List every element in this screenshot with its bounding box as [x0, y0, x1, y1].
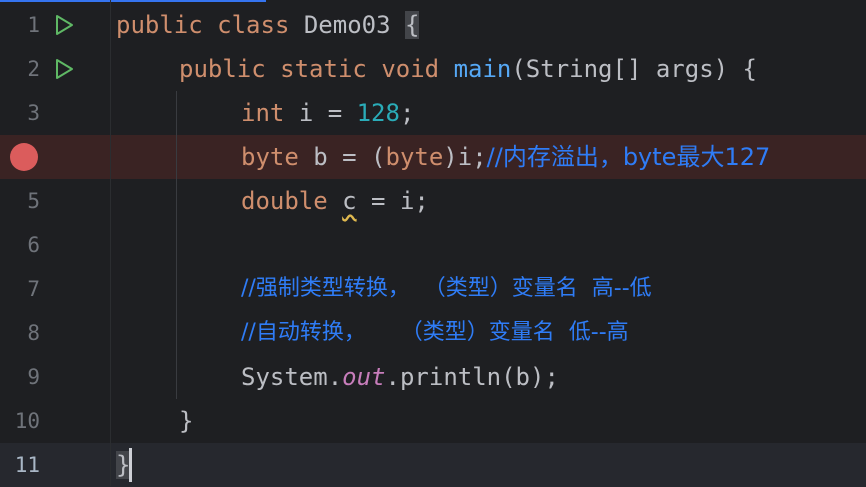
code-line-7[interactable]: 7 //强制类型转换， （类型）变量名 高--低: [0, 267, 866, 311]
code-line-2[interactable]: 2 public static void main(String[] args)…: [0, 47, 866, 91]
code-line-8[interactable]: 8 //自动转换， （类型）变量名 低--高: [0, 311, 866, 355]
editor-tab-accent: [0, 0, 266, 2]
code-line-5[interactable]: 5 double c = i;: [0, 179, 866, 223]
line-number: 11: [14, 453, 40, 477]
line-number: 9: [27, 365, 40, 389]
line-number: 5: [27, 189, 40, 213]
code-text: System.out.println(b);: [241, 363, 559, 391]
run-icon[interactable]: [52, 13, 76, 37]
line-number: 8: [27, 321, 40, 345]
code-text: double c = i;: [241, 187, 429, 215]
code-text: public class Demo03 {: [116, 11, 420, 39]
code-text: }: [179, 407, 194, 435]
code-line-6[interactable]: 6: [0, 223, 866, 267]
code-comment: //自动转换， （类型）变量名 低--高: [241, 320, 629, 345]
indent-guide: [176, 91, 177, 399]
code-text: public static void main(String[] args) {: [179, 55, 757, 83]
text-caret: [129, 448, 132, 482]
code-line-1[interactable]: 1 public class Demo03 {: [0, 3, 866, 47]
code-line-10[interactable]: 10 }: [0, 399, 866, 443]
line-number: 7: [27, 277, 40, 301]
line-number: 10: [14, 409, 40, 433]
code-comment: //强制类型转换， （类型）变量名 高--低: [241, 276, 652, 301]
line-number: 2: [27, 57, 40, 81]
gutter-separator: [110, 0, 111, 486]
breakpoint-icon[interactable]: [10, 143, 38, 171]
code-line-3[interactable]: 3 int i = 128;: [0, 91, 866, 135]
code-line-9[interactable]: 9 System.out.println(b);: [0, 355, 866, 399]
line-number: 3: [27, 101, 40, 125]
line-number: 6: [27, 233, 40, 257]
code-text: int i = 128;: [241, 99, 415, 127]
unused-variable-warning: c: [342, 187, 357, 215]
line-number: 1: [27, 13, 40, 37]
matched-brace: {: [405, 11, 420, 39]
code-line-4[interactable]: byte b = (byte)i;//内存溢出，byte最大127: [0, 135, 866, 179]
code-text: byte b = (byte)i;//内存溢出，byte最大127: [241, 143, 771, 171]
code-editor[interactable]: 1 public class Demo03 { 2 public static …: [0, 0, 866, 487]
run-icon[interactable]: [52, 57, 76, 81]
